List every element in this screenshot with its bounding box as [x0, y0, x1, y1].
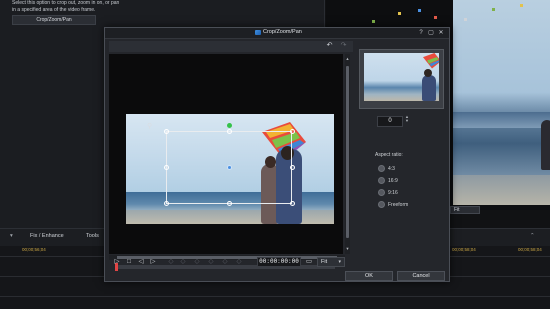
prev-frame-icon[interactable]: ◁	[137, 258, 145, 266]
close-button[interactable]: ✕	[437, 29, 445, 37]
timecode-display[interactable]: 00:00:00:00	[257, 257, 301, 267]
chevron-down-icon: ▾	[338, 259, 341, 265]
app-root: Select this option to crop out, zoom in …	[0, 0, 550, 309]
tab-fix-enhance[interactable]: Fix / Enhance	[30, 233, 64, 239]
crop-handle-top-left[interactable]	[164, 129, 169, 134]
scroll-up-icon[interactable]: ▲	[345, 56, 350, 61]
undo-icon[interactable]: ↶	[325, 42, 334, 51]
prev-keyframe-icon[interactable]: ◇	[167, 258, 175, 266]
remove-keyframe-icon[interactable]: ◇	[207, 258, 215, 266]
next-frame-icon[interactable]: ▷	[149, 258, 157, 266]
add-keyframe-icon[interactable]: ◇	[193, 258, 201, 266]
aspect-freeform-radio[interactable]: Freeform	[378, 201, 408, 208]
keyframe-icon[interactable]: ◇	[235, 258, 243, 266]
stop-icon[interactable]: □	[125, 258, 133, 266]
crop-preview-thumbnail	[359, 49, 444, 109]
maximize-button[interactable]: ▢	[427, 29, 435, 37]
edit-toolbar: ↶ ↷	[109, 41, 353, 52]
side-panel: 0 ▲ ▼ Aspect ratio: 4:3 16:9 9:16 Freefor…	[355, 41, 447, 277]
redo-icon[interactable]: ↷	[339, 42, 348, 51]
monitor-icon[interactable]: ▭	[305, 258, 313, 266]
link-icon[interactable]: ⚲	[147, 122, 152, 130]
crop-handle-bottom-left[interactable]	[164, 201, 169, 206]
dialog-title-bar: Crop/Zoom/Pan ? ▢ ✕	[105, 28, 449, 39]
aspect-4-3-radio[interactable]: 4:3	[378, 165, 395, 172]
next-keyframe-icon[interactable]: ◇	[221, 258, 229, 266]
scroll-down-icon[interactable]: ▼	[345, 246, 350, 251]
aspect-16-9-radio[interactable]: 16:9	[378, 177, 398, 184]
keyframe-icon[interactable]: ◇	[179, 258, 187, 266]
rotation-input[interactable]: 0	[377, 116, 403, 127]
vertical-scrollbar[interactable]: ▲ ▼	[345, 54, 350, 254]
rotate-handle[interactable]	[227, 123, 232, 128]
crop-zoom-pan-button[interactable]: Crop/Zoom/Pan	[12, 15, 96, 25]
crop-icon	[255, 29, 261, 35]
crop-zoom-pan-dialog: Crop/Zoom/Pan ? ▢ ✕ ↶ ↷ ⚲ ▲ ▼ ▷ □ ◁ ▷ ◇ …	[104, 27, 450, 282]
collapse-arrow-icon[interactable]: ▾	[10, 233, 13, 239]
background-video-preview	[453, 0, 550, 205]
crop-handle-left[interactable]	[164, 165, 169, 170]
aspect-9-16-radio[interactable]: 9:16	[378, 189, 398, 196]
timecode-label: 00;00;58;04	[452, 247, 476, 252]
aspect-ratio-label: Aspect ratio:	[375, 152, 403, 158]
cancel-button[interactable]: Cancel	[397, 271, 445, 281]
panel-arrow-icon[interactable]: ⌃	[530, 233, 535, 239]
crop-handle-top[interactable]	[227, 129, 232, 134]
crop-description: Select this option to crop out, zoom in …	[12, 0, 120, 13]
crop-handle-top-right[interactable]	[290, 129, 295, 134]
timecode-label: 00;00;56;04	[22, 247, 46, 252]
crop-handle-right[interactable]	[290, 165, 295, 170]
crop-handle-bottom-right[interactable]	[290, 201, 295, 206]
fit-select[interactable]: Fit ▾	[317, 257, 345, 267]
background-fit-select[interactable]: Fit	[450, 206, 480, 214]
help-button[interactable]: ?	[417, 29, 425, 37]
play-icon[interactable]: ▷	[113, 258, 121, 266]
crop-center-point[interactable]	[227, 165, 232, 170]
tab-tools[interactable]: Tools	[86, 233, 99, 239]
video-canvas: ⚲	[109, 54, 343, 254]
ok-button[interactable]: OK	[345, 271, 393, 281]
rotation-stepper[interactable]: ▲ ▼	[405, 115, 409, 123]
dialog-title: Crop/Zoom/Pan	[263, 29, 302, 35]
crop-handle-bottom[interactable]	[227, 201, 232, 206]
timecode-label: 00;00;58;04	[518, 247, 542, 252]
playback-controls: ▷ □ ◁ ▷ ◇ ◇ ◇ ◇ ◇ ◇ 00:00:00:00 ▭ Fit ▾	[111, 257, 351, 268]
